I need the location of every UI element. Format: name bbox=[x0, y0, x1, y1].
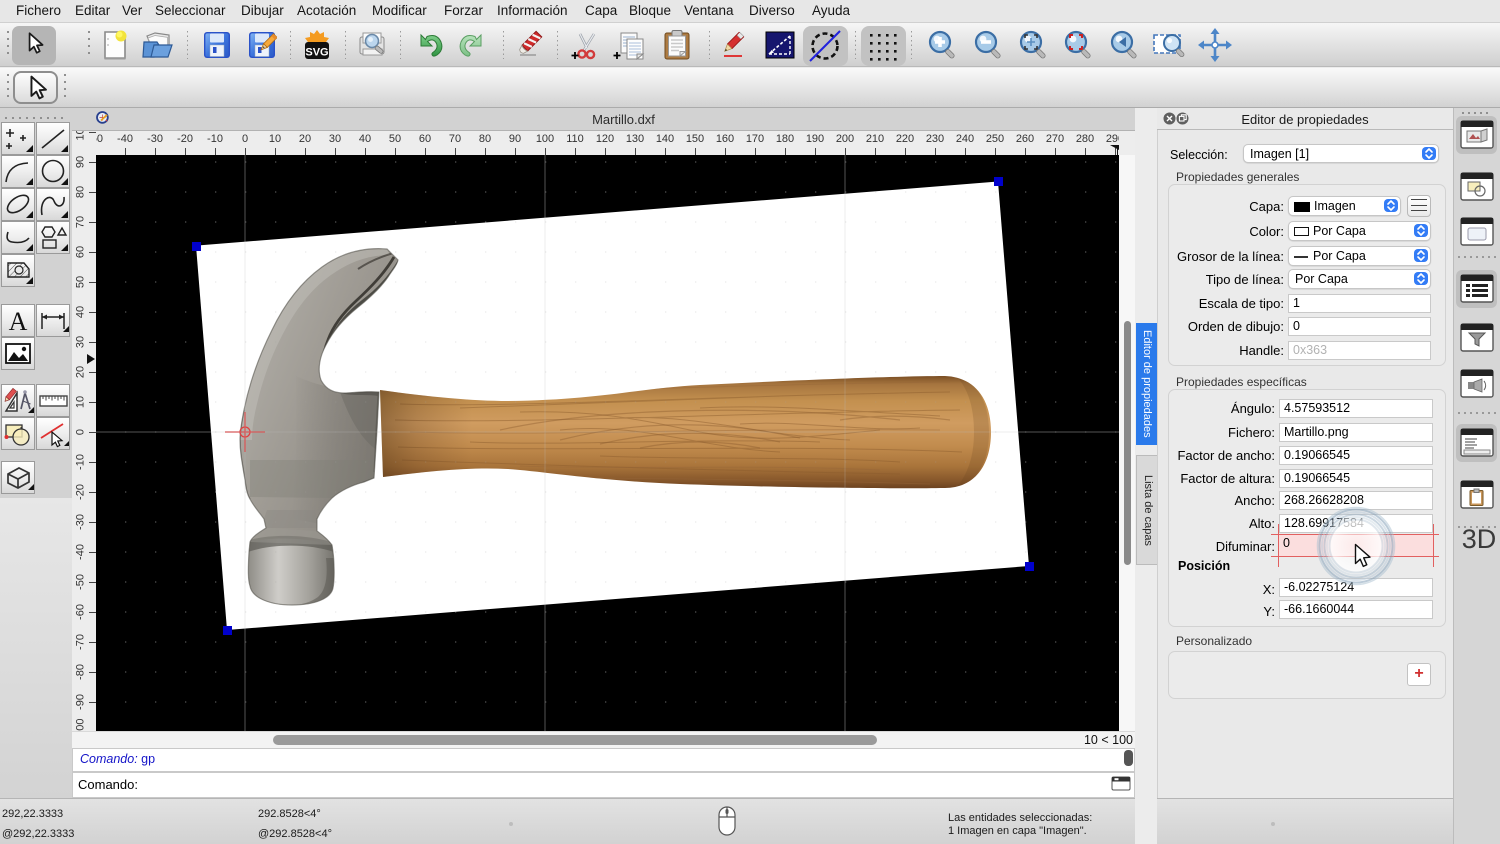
svg-text:A: A bbox=[9, 307, 28, 336]
svg-text:SVG: SVG bbox=[305, 47, 328, 59]
